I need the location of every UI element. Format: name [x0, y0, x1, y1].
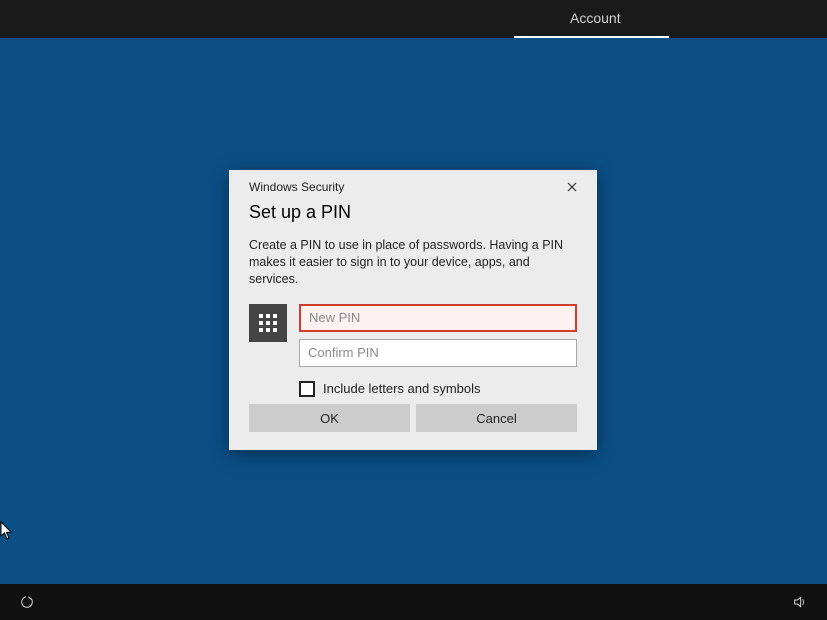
volume-icon [792, 594, 808, 610]
ease-of-access-icon [19, 594, 35, 610]
dialog-title: Set up a PIN [249, 202, 577, 223]
new-pin-input[interactable] [299, 304, 577, 332]
dialog-window-title: Windows Security [249, 180, 344, 194]
dialog-description: Create a PIN to use in place of password… [249, 237, 577, 288]
confirm-pin-input[interactable] [299, 339, 577, 367]
ok-button[interactable]: OK [249, 404, 410, 432]
pin-setup-dialog: Windows Security Set up a PIN Create a P… [229, 170, 597, 450]
tab-account[interactable]: Account [570, 10, 621, 26]
include-letters-label: Include letters and symbols [323, 381, 481, 396]
volume-button[interactable] [787, 589, 813, 615]
dialog-titlebar: Windows Security [229, 170, 597, 200]
bottom-bar [0, 584, 827, 620]
include-letters-checkbox[interactable] [299, 381, 315, 397]
keypad-icon [249, 304, 287, 342]
ease-of-access-button[interactable] [14, 589, 40, 615]
close-icon [567, 182, 577, 192]
close-button[interactable] [557, 176, 587, 198]
top-bar: Account [0, 0, 827, 38]
cancel-button[interactable]: Cancel [416, 404, 577, 432]
